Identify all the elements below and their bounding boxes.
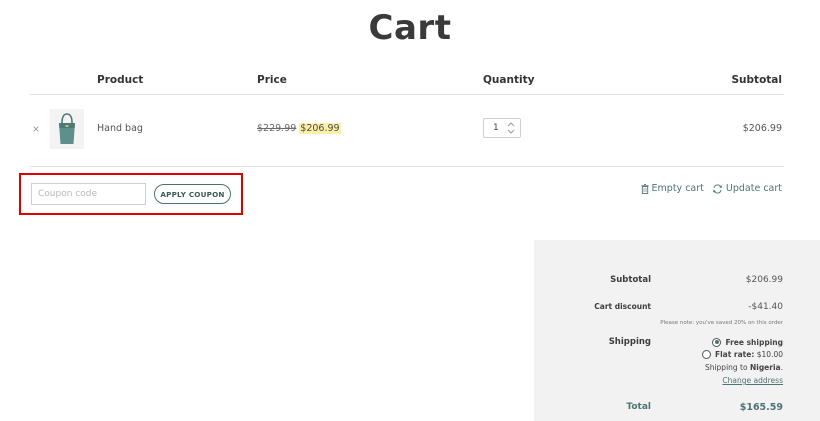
shipping-to-suffix: . — [780, 363, 783, 372]
totals-subtotal-label: Subtotal — [610, 275, 651, 285]
cart-actions: Empty cart Update cart — [640, 183, 782, 194]
price-sale: $206.99 — [299, 123, 341, 134]
remove-item-icon[interactable]: × — [30, 122, 42, 136]
header-product: Product — [97, 74, 144, 86]
shipping-option-free[interactable]: Free shipping — [702, 336, 783, 348]
totals-subtotal-value: $206.99 — [745, 275, 783, 285]
product-price: $229.99 $206.99 — [257, 123, 341, 134]
row-divider — [30, 166, 784, 167]
update-cart-label: Update cart — [725, 183, 782, 194]
change-address-link[interactable]: Change address — [702, 376, 783, 385]
free-shipping-radio[interactable] — [712, 337, 722, 347]
flat-rate-price: $10.00 — [756, 349, 783, 359]
quantity-input[interactable]: 1 — [483, 118, 521, 138]
header-price: Price — [257, 74, 287, 86]
empty-cart-button[interactable]: Empty cart — [640, 183, 704, 194]
update-cart-button[interactable]: Update cart — [712, 183, 782, 194]
shipping-label: Shipping — [608, 337, 651, 347]
order-total-value: $165.59 — [739, 402, 783, 413]
quantity-value: 1 — [493, 123, 499, 133]
refresh-icon — [712, 184, 722, 193]
shipping-country: Nigeria — [749, 363, 781, 372]
discount-note: Please note: you've saved 20% on this or… — [660, 320, 783, 326]
trash-icon — [640, 183, 649, 194]
cart-totals: Subtotal $206.99 Cart discount -$41.40 P… — [534, 240, 820, 421]
shipping-option-flat[interactable]: Flat rate: $10.00 — [701, 348, 783, 360]
header-divider — [30, 94, 784, 95]
empty-cart-label: Empty cart — [651, 183, 704, 194]
order-total-label: Total — [626, 402, 651, 412]
product-thumbnail[interactable] — [50, 109, 84, 149]
handbag-image — [59, 113, 75, 144]
shipping-destination: Shipping to Nigeria. — [702, 363, 783, 375]
apply-coupon-button[interactable]: APPLY COUPON — [154, 184, 231, 204]
flat-rate-label: Flat rate: — [714, 349, 755, 359]
shipping-to-prefix: Shipping to — [704, 363, 750, 372]
row-subtotal: $206.99 — [742, 123, 782, 134]
cart-discount-value: -$41.40 — [748, 302, 783, 312]
stepper-icon[interactable] — [506, 121, 516, 135]
flat-rate-radio[interactable] — [701, 349, 711, 359]
page-title: Cart — [368, 8, 452, 48]
coupon-code-input[interactable] — [31, 183, 146, 205]
free-shipping-label: Free shipping — [725, 337, 783, 347]
cart-discount-label: Cart discount — [594, 302, 651, 311]
header-quantity: Quantity — [483, 74, 535, 86]
price-original: $229.99 — [257, 123, 297, 134]
header-subtotal: Subtotal — [731, 74, 783, 86]
product-name-link[interactable]: Hand bag — [97, 123, 143, 134]
shipping-options: Free shipping Flat rate: $10.00 Shipping… — [701, 336, 783, 385]
